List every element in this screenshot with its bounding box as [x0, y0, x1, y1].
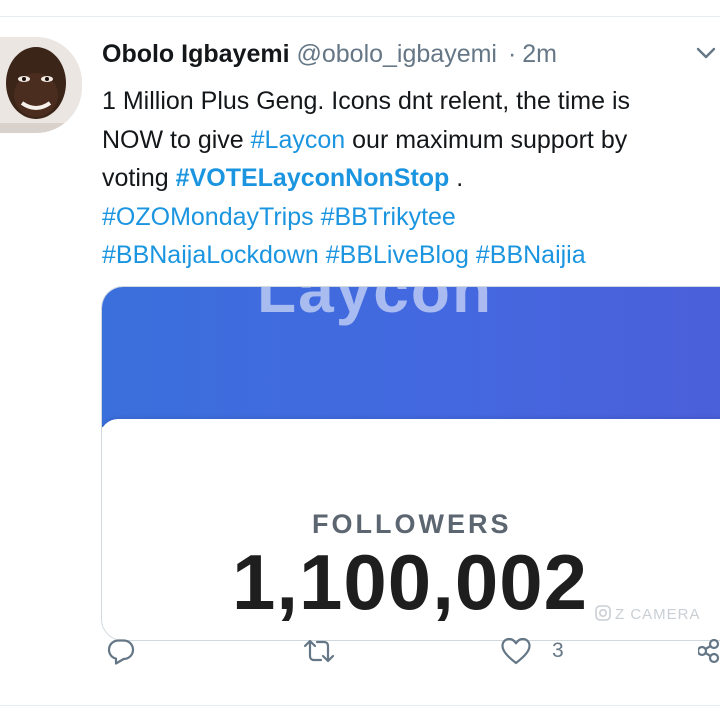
like-count: 3 [552, 639, 564, 662]
media-banner-text: Laycon [257, 286, 494, 326]
tweet-text-line: NOW to give #Laycon our maximum support … [102, 121, 717, 160]
hashtag-ozo-monday-trips[interactable]: #OZOMondayTrips [102, 203, 314, 231]
hashtag-bbnaija-lockdown[interactable]: #BBNaijaLockdown [102, 241, 319, 269]
share-icon [698, 636, 720, 666]
author-handle[interactable]: @obolo_igbayemi [296, 40, 497, 68]
author-avatar[interactable] [0, 37, 82, 133]
tweet-media-image[interactable]: Laycon FOLLOWERS 1,100,002 Z CAMERA [101, 286, 720, 641]
retweet-button[interactable] [302, 634, 336, 668]
media-banner: Laycon [102, 287, 720, 427]
hashtag-vote-laycon-non-stop[interactable]: #VOTELayconNonStop [176, 164, 450, 192]
header-separator: · [507, 40, 517, 68]
chevron-down-icon[interactable] [692, 40, 720, 66]
tweet-text-segment: voting [102, 164, 176, 192]
hashtag-bbtrikytee[interactable]: #BBTrikytee [321, 203, 456, 231]
bottom-divider [0, 705, 720, 706]
reply-button[interactable] [106, 634, 136, 668]
tweet-timestamp[interactable]: 2m [522, 40, 557, 68]
tweet-text: 1 Million Plus Geng. Icons dnt relent, t… [102, 82, 717, 275]
camera-icon [595, 605, 611, 625]
author-name[interactable]: Obolo Igbayemi [102, 40, 290, 68]
camera-watermark: Z CAMERA [595, 605, 701, 625]
hashtag-laycon[interactable]: #Laycon [251, 126, 346, 154]
tweet-text-segment: NOW to give [102, 125, 251, 154]
tweet-text-segment: our maximum support by [345, 125, 628, 154]
hashtag-bbnaijia[interactable]: #BBNaijia [476, 241, 586, 269]
followers-card: FOLLOWERS 1,100,002 Z CAMERA [102, 419, 720, 640]
share-button[interactable] [698, 634, 720, 668]
tweet-text-line: 1 Million Plus Geng. Icons dnt relent, t… [102, 87, 631, 115]
followers-count: 1,100,002 [232, 538, 589, 626]
tweet-text-line: #OZOMondayTrips #BBTrikytee [102, 198, 717, 237]
followers-label: FOLLOWERS [312, 509, 512, 539]
tweet-text-line: voting #VOTELayconNonStop . [102, 159, 717, 198]
reply-icon [106, 636, 136, 666]
heart-icon [500, 636, 532, 666]
tweet-text-segment: . [449, 164, 464, 192]
watermark-text: Z CAMERA [615, 605, 701, 623]
tweet-text-line: #BBNaijaLockdown #BBLiveBlog #BBNaijia [102, 236, 717, 275]
like-button[interactable]: 3 [500, 634, 564, 668]
top-divider [0, 16, 720, 17]
hashtag-bbliveblog[interactable]: #BBLiveBlog [326, 241, 469, 269]
retweet-icon [302, 636, 336, 666]
tweet-header: Obolo Igbayemi @obolo_igbayemi · 2m [102, 40, 557, 69]
